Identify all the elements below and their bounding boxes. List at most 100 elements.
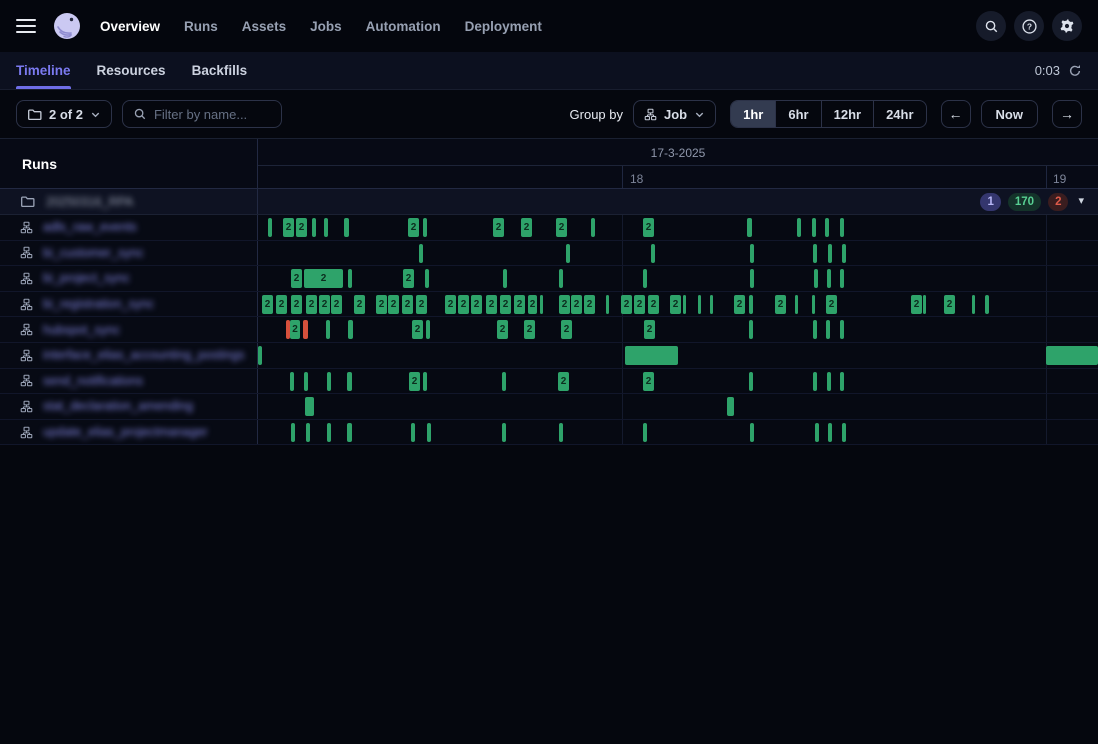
run-bar[interactable] bbox=[840, 320, 844, 339]
nav-item-jobs[interactable]: Jobs bbox=[310, 19, 342, 34]
run-bar[interactable] bbox=[923, 295, 926, 314]
run-bar[interactable]: 2 bbox=[500, 295, 511, 314]
run-bar[interactable] bbox=[258, 346, 262, 365]
run-name[interactable]: bi_project_sync bbox=[43, 271, 130, 285]
run-bar[interactable]: 2 bbox=[331, 295, 342, 314]
run-bar[interactable]: 2 bbox=[304, 269, 343, 288]
run-bar[interactable] bbox=[840, 269, 844, 288]
run-bar[interactable]: 2 bbox=[528, 295, 537, 314]
run-bar[interactable]: 2 bbox=[412, 320, 423, 339]
run-bar[interactable]: 2 bbox=[388, 295, 399, 314]
run-bar[interactable]: 2 bbox=[514, 295, 525, 314]
run-bar[interactable] bbox=[813, 372, 817, 391]
run-bar[interactable] bbox=[503, 269, 507, 288]
run-bar[interactable] bbox=[324, 218, 328, 237]
run-bar[interactable]: 2 bbox=[561, 320, 572, 339]
count-badge-red[interactable]: 2 bbox=[1048, 193, 1068, 211]
run-bar[interactable]: 2 bbox=[319, 295, 330, 314]
run-bar[interactable] bbox=[825, 218, 829, 237]
run-bar[interactable] bbox=[814, 269, 818, 288]
group-by-dropdown[interactable]: Job bbox=[633, 100, 716, 128]
run-bar[interactable]: 2 bbox=[291, 295, 302, 314]
repo-scope-dropdown[interactable]: 2 of 2 bbox=[16, 100, 112, 128]
run-bar[interactable]: 2 bbox=[571, 295, 582, 314]
menu-icon[interactable] bbox=[16, 19, 36, 33]
run-bar[interactable] bbox=[312, 218, 316, 237]
run-bar[interactable] bbox=[423, 372, 427, 391]
run-bar[interactable]: 2 bbox=[409, 372, 420, 391]
run-bar[interactable] bbox=[423, 218, 427, 237]
count-badge-green[interactable]: 170 bbox=[1008, 193, 1041, 211]
run-bar[interactable]: 2 bbox=[621, 295, 632, 314]
run-bar[interactable] bbox=[347, 372, 352, 391]
run-bar[interactable]: 2 bbox=[911, 295, 922, 314]
run-name[interactable]: bi_customer_sync bbox=[43, 246, 144, 260]
run-bar[interactable] bbox=[797, 218, 801, 237]
run-bar[interactable] bbox=[643, 423, 647, 442]
run-bar[interactable] bbox=[591, 218, 595, 237]
nav-item-assets[interactable]: Assets bbox=[242, 19, 286, 34]
run-name[interactable]: send_notifications bbox=[43, 374, 143, 388]
run-bar[interactable] bbox=[427, 423, 431, 442]
run-bar[interactable] bbox=[815, 423, 819, 442]
run-bar[interactable] bbox=[795, 295, 798, 314]
run-bar[interactable]: 2 bbox=[296, 218, 307, 237]
run-name[interactable]: interface_elias_accounting_postings bbox=[43, 348, 245, 362]
run-bar[interactable] bbox=[559, 423, 563, 442]
run-bar[interactable]: 2 bbox=[648, 295, 659, 314]
run-name[interactable]: update_elias_projectmanager bbox=[43, 425, 208, 439]
run-bar[interactable] bbox=[842, 244, 846, 263]
run-bar[interactable] bbox=[643, 269, 647, 288]
run-bar[interactable]: 2 bbox=[558, 372, 569, 391]
run-bar[interactable] bbox=[305, 397, 314, 416]
run-bar[interactable] bbox=[813, 320, 817, 339]
run-bar[interactable] bbox=[827, 269, 831, 288]
run-bar[interactable]: 2 bbox=[634, 295, 645, 314]
run-bar[interactable] bbox=[972, 295, 975, 314]
repo-group-row[interactable]: 20250316_RPA 11702▾ bbox=[0, 189, 1098, 215]
run-bar[interactable] bbox=[842, 423, 846, 442]
run-bar[interactable]: 2 bbox=[402, 295, 413, 314]
run-bar[interactable] bbox=[327, 423, 331, 442]
run-bar[interactable]: 2 bbox=[486, 295, 497, 314]
run-bar[interactable]: 2 bbox=[826, 295, 837, 314]
run-bar[interactable]: 2 bbox=[493, 218, 504, 237]
run-bar[interactable] bbox=[750, 423, 754, 442]
run-bar[interactable] bbox=[502, 423, 506, 442]
run-bar[interactable] bbox=[327, 372, 331, 391]
run-bar[interactable] bbox=[812, 218, 816, 237]
run-bar[interactable] bbox=[306, 423, 310, 442]
run-bar[interactable] bbox=[268, 218, 272, 237]
timeline-forward-button[interactable]: → bbox=[1052, 100, 1082, 128]
nav-item-deployment[interactable]: Deployment bbox=[465, 19, 542, 34]
run-bar[interactable] bbox=[566, 244, 570, 263]
run-bar[interactable]: 2 bbox=[734, 295, 745, 314]
run-bar[interactable]: 2 bbox=[521, 218, 532, 237]
run-bar[interactable] bbox=[540, 295, 543, 314]
run-bar[interactable] bbox=[747, 218, 752, 237]
run-bar[interactable] bbox=[826, 320, 830, 339]
run-bar[interactable] bbox=[683, 295, 686, 314]
run-bar[interactable] bbox=[840, 372, 844, 391]
run-bar[interactable] bbox=[304, 372, 308, 391]
range-6hr[interactable]: 6hr bbox=[775, 101, 820, 127]
run-bar[interactable]: 2 bbox=[283, 218, 294, 237]
run-bar[interactable]: 2 bbox=[670, 295, 681, 314]
range-12hr[interactable]: 12hr bbox=[821, 101, 873, 127]
nav-item-automation[interactable]: Automation bbox=[366, 19, 441, 34]
run-bar[interactable] bbox=[291, 423, 295, 442]
run-bar[interactable] bbox=[750, 269, 754, 288]
run-bar[interactable]: 2 bbox=[416, 295, 427, 314]
run-bar[interactable]: 2 bbox=[497, 320, 508, 339]
run-bar[interactable]: 2 bbox=[944, 295, 955, 314]
run-bar[interactable]: 2 bbox=[276, 295, 287, 314]
run-bar[interactable]: 2 bbox=[262, 295, 273, 314]
run-name[interactable]: bi_registration_sync bbox=[43, 297, 154, 311]
run-bar[interactable] bbox=[840, 218, 844, 237]
run-bar[interactable] bbox=[290, 372, 294, 391]
timeline-back-button[interactable]: ← bbox=[941, 100, 971, 128]
run-bar[interactable]: 2 bbox=[291, 269, 302, 288]
run-bar[interactable]: 2 bbox=[584, 295, 595, 314]
run-bar[interactable] bbox=[425, 269, 429, 288]
run-bar[interactable] bbox=[347, 423, 352, 442]
